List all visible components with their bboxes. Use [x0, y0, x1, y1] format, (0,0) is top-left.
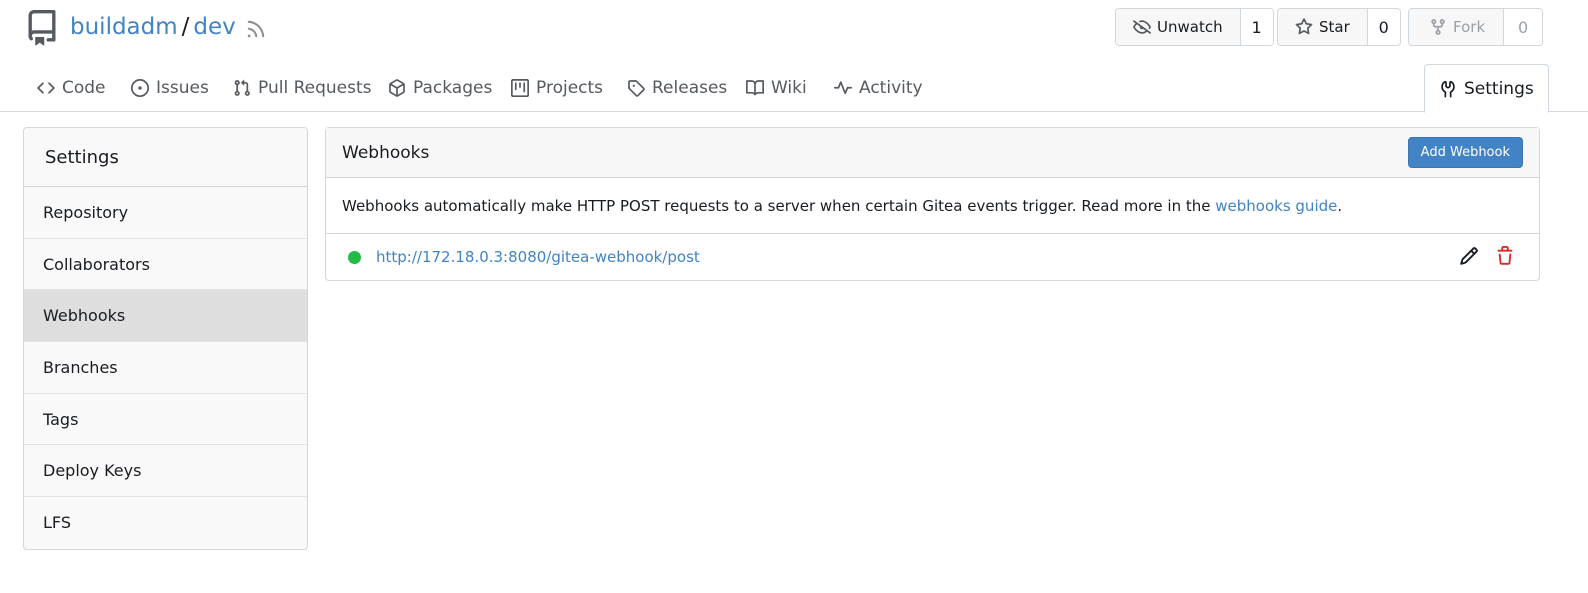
- settings-sidebar: Settings Repository Collaborators Webhoo…: [23, 127, 308, 550]
- issue-icon: [131, 79, 149, 97]
- tab-wiki[interactable]: Wiki: [746, 64, 807, 112]
- webhooks-title: Webhooks: [342, 142, 430, 163]
- star-icon: [1295, 18, 1313, 35]
- repo-tabs: Code Issues Pull Requests Packages Proje…: [0, 64, 1588, 113]
- watchers-count[interactable]: 1: [1240, 9, 1273, 45]
- star-label: Star: [1319, 18, 1350, 36]
- forks-count[interactable]: 0: [1504, 9, 1543, 45]
- book-icon: [746, 80, 764, 96]
- sidebar-item-collaborators[interactable]: Collaborators: [24, 239, 307, 291]
- sidebar-title: Settings: [24, 128, 307, 187]
- trash-icon[interactable]: [1495, 246, 1515, 266]
- fork-label: Fork: [1453, 18, 1486, 36]
- pull-request-icon: [234, 79, 250, 96]
- repo-separator: /: [181, 14, 190, 40]
- tag-icon: [628, 80, 645, 97]
- webhooks-description: Webhooks automatically make HTTP POST re…: [326, 178, 1539, 234]
- eye-closed-icon: [1133, 20, 1151, 34]
- tab-packages-label: Packages: [413, 78, 493, 98]
- tab-projects-label: Projects: [536, 78, 604, 98]
- star-button-group: Star 0: [1277, 8, 1401, 46]
- tab-settings-label: Settings: [1464, 78, 1534, 99]
- package-icon: [389, 79, 405, 97]
- unwatch-button[interactable]: Unwatch: [1116, 9, 1241, 45]
- sidebar-item-repository[interactable]: Repository: [24, 187, 307, 239]
- repo-icon: [28, 10, 56, 46]
- repo-name-link[interactable]: dev: [193, 14, 235, 40]
- pencil-icon[interactable]: [1459, 246, 1479, 266]
- stars-count[interactable]: 0: [1367, 9, 1400, 45]
- repo-header: buildadm / dev Unwatch 1 Star 0 Fork 0: [0, 0, 1588, 56]
- tab-issues-label: Issues: [156, 78, 209, 98]
- webhook-row: http://172.18.0.3:8080/gitea-webhook/pos…: [326, 234, 1539, 280]
- tab-settings[interactable]: Settings: [1424, 64, 1549, 113]
- star-button[interactable]: Star: [1278, 9, 1368, 45]
- sidebar-item-webhooks[interactable]: Webhooks: [24, 290, 307, 343]
- repo-owner-link[interactable]: buildadm: [70, 14, 178, 40]
- unwatch-label: Unwatch: [1157, 18, 1223, 36]
- repo-title: buildadm / dev: [70, 12, 236, 42]
- unwatch-button-group: Unwatch 1: [1115, 8, 1274, 46]
- tab-packages[interactable]: Packages: [388, 64, 492, 112]
- webhooks-header: Webhooks Add Webhook: [326, 128, 1539, 178]
- webhooks-panel: Webhooks Add Webhook Webhooks automatica…: [325, 127, 1540, 281]
- tools-icon: [1441, 80, 1455, 97]
- sidebar-item-deploy-keys[interactable]: Deploy Keys: [24, 445, 307, 498]
- tab-code[interactable]: Code: [37, 64, 106, 112]
- add-webhook-button[interactable]: Add Webhook: [1407, 137, 1523, 168]
- webhook-url-link[interactable]: http://172.18.0.3:8080/gitea-webhook/pos…: [376, 248, 700, 266]
- project-icon: [511, 79, 529, 97]
- tab-pull-requests-label: Pull Requests: [258, 78, 372, 98]
- pulse-icon: [834, 81, 852, 95]
- tab-releases-label: Releases: [652, 78, 728, 98]
- fork-icon: [1431, 19, 1445, 35]
- tab-activity-label: Activity: [859, 78, 923, 98]
- tab-code-label: Code: [62, 78, 106, 98]
- sidebar-item-branches[interactable]: Branches: [24, 342, 307, 394]
- fork-button[interactable]: Fork: [1409, 9, 1505, 45]
- code-icon: [37, 82, 55, 94]
- sidebar-item-lfs[interactable]: LFS: [24, 497, 307, 549]
- webhooks-guide-link[interactable]: webhooks guide: [1215, 197, 1337, 215]
- webhooks-description-end: .: [1337, 196, 1343, 215]
- tab-pull-requests[interactable]: Pull Requests: [233, 64, 372, 112]
- tab-wiki-label: Wiki: [771, 78, 807, 98]
- tab-issues[interactable]: Issues: [131, 64, 209, 112]
- tab-projects[interactable]: Projects: [511, 64, 603, 112]
- rss-icon[interactable]: [245, 18, 267, 40]
- fork-button-group: Fork 0: [1408, 8, 1544, 46]
- sidebar-item-tags[interactable]: Tags: [24, 394, 307, 446]
- webhook-actions: [1459, 246, 1515, 266]
- tab-activity[interactable]: Activity: [834, 64, 923, 112]
- webhooks-description-text: Webhooks automatically make HTTP POST re…: [342, 196, 1211, 215]
- tab-releases[interactable]: Releases: [627, 64, 727, 112]
- webhook-status-dot: [348, 250, 361, 264]
